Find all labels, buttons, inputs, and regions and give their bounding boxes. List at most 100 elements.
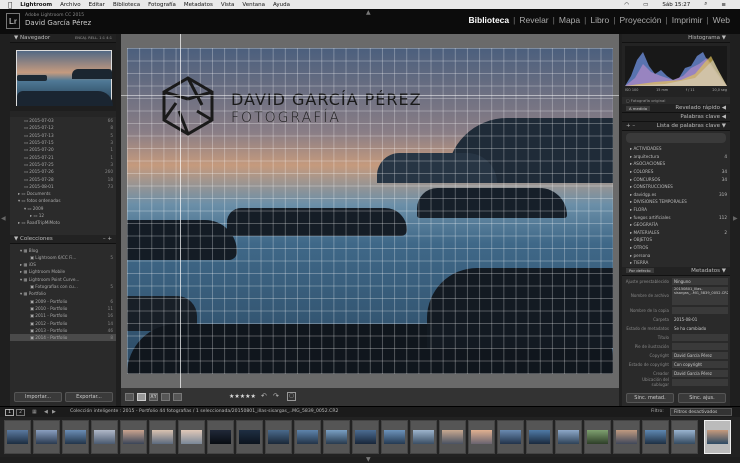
filmstrip-thumb[interactable] <box>149 420 176 454</box>
sync-metadata-button[interactable]: Sinc. metad. <box>626 393 674 403</box>
rotate-left-icon[interactable]: ↶ <box>261 392 267 400</box>
filmstrip-thumb[interactable] <box>555 420 582 454</box>
keyword-filter-input[interactable] <box>626 133 726 143</box>
import-button[interactable]: Importar... <box>14 392 62 402</box>
folder-item[interactable]: ▭ 2015-07-21 1 <box>10 153 116 160</box>
collection-item-selected[interactable]: ▣ 2014 - Portfolio 8 <box>10 334 116 342</box>
main-screen-button[interactable]: 1 <box>5 409 14 416</box>
folder-item[interactable]: ▾ ▭ 2009 <box>10 205 116 212</box>
collection-item[interactable]: ▣ 2013 - Portfolio 46 <box>10 327 116 334</box>
survey-view-icon[interactable] <box>161 393 170 401</box>
compare-view-icon[interactable]: XY <box>149 393 158 401</box>
filmstrip-thumb[interactable] <box>584 420 611 454</box>
keyword-item[interactable]: ▸ DIVISIONES TEMPORALES <box>622 198 730 206</box>
filmstrip-thumb[interactable] <box>294 420 321 454</box>
collection-item[interactable]: ▾ ▦ Blog <box>10 246 116 253</box>
keyword-item[interactable]: ▸ CONCURSOS 34 <box>622 175 730 183</box>
filmstrip-thumb[interactable] <box>4 420 31 454</box>
collection-item[interactable]: ▣ 2010 - Portfolio 11 <box>10 305 116 312</box>
navigator-zoom-options[interactable]: ENCAJ. RELL. 1:1 4:1 <box>75 36 112 40</box>
filmstrip-thumb[interactable] <box>352 420 379 454</box>
menu-list-icon[interactable]: ≡ <box>721 2 726 8</box>
collection-item[interactable]: ▣ 2011 - Portfolio 16 <box>10 312 116 319</box>
filmstrip-thumb[interactable] <box>265 420 292 454</box>
filmstrip-thumb[interactable] <box>120 420 147 454</box>
menu-metadatos[interactable]: Metadatos <box>184 2 213 8</box>
filmstrip-thumb[interactable] <box>439 420 466 454</box>
filmstrip-thumb[interactable] <box>642 420 669 454</box>
keyword-item[interactable]: ▸ persona <box>622 251 730 259</box>
folder-item[interactable]: ▭ 2015-07-26 260 <box>10 168 116 175</box>
menu-lightroom[interactable]: Lightroom <box>20 2 52 8</box>
module-biblioteca[interactable]: Biblioteca <box>465 15 514 25</box>
collection-item[interactable]: ▾ ▦ Portfolio <box>10 290 116 297</box>
filmstrip-thumb-selected[interactable] <box>704 420 731 454</box>
histogram-header[interactable]: Histograma ▼ <box>622 34 730 43</box>
collection-item[interactable]: ▣ 2009 - Portfolio 6 <box>10 298 116 305</box>
menu-fotografia[interactable]: Fotografía <box>148 2 176 8</box>
navigator-header[interactable]: ▼ Navegador ENCAJ. RELL. 1:1 4:1 <box>10 34 116 43</box>
folder-item[interactable]: ▭ 2015-07-25 3 <box>10 161 116 168</box>
keyword-item[interactable]: ▸ GEOGRAFÍA <box>622 221 730 229</box>
grid-view-icon[interactable] <box>125 393 134 401</box>
sync-settings-button[interactable]: Sinc. ajus. <box>678 393 726 403</box>
keyword-item[interactable]: ▸ FLORA <box>622 206 730 214</box>
export-button[interactable]: Exportar... <box>65 392 113 402</box>
collection-item[interactable]: ▣ Fotografías con cu... 5 <box>10 283 116 290</box>
folder-item[interactable]: ▭ 2015-07-20 1 <box>10 146 116 153</box>
keyword-item[interactable]: ▸ OBJETOS <box>622 236 730 244</box>
preset-select[interactable]: A medida <box>626 105 651 111</box>
collection-item[interactable]: ▣ 2012 - Portfolio 14 <box>10 319 116 326</box>
right-panel-toggle-icon[interactable]: ▶ <box>733 215 738 222</box>
rating-stars[interactable]: ★★★★★ <box>229 393 256 400</box>
menu-ayuda[interactable]: Ayuda <box>273 2 290 8</box>
menu-biblioteca[interactable]: Biblioteca <box>113 2 140 8</box>
folder-item[interactable]: ▾ ▭ fotos ordenadas <box>10 197 116 204</box>
bottom-panel-toggle-icon[interactable]: ▼ <box>366 456 371 463</box>
menu-ventana[interactable]: Ventana <box>242 2 265 8</box>
main-photo[interactable]: DAVID GARCÍA PÉREZ FOTOGRAFÍA <box>127 48 613 374</box>
keyword-item[interactable]: ▸ fuegos artificiales 112 <box>622 213 730 221</box>
folder-item[interactable]: ▸ ▭ Documents <box>10 190 116 197</box>
filmstrip-thumb[interactable] <box>526 420 553 454</box>
people-view-icon[interactable] <box>173 393 182 401</box>
folder-item[interactable]: ▭ 2015-07-28 18 <box>10 175 116 182</box>
folder-item[interactable]: ▭ 2015-07-12 8 <box>10 124 116 131</box>
keyword-item[interactable]: ▸ arquitectura 4 <box>622 153 730 161</box>
filmstrip-thumb[interactable] <box>33 420 60 454</box>
module-mapa[interactable]: Mapa <box>555 15 584 25</box>
clock[interactable]: Sáb 15:27 <box>662 2 690 8</box>
folder-item[interactable]: ▸ ▭ RoadTripMiMoto <box>10 219 116 226</box>
folder-item[interactable]: ▭ 2015-07-03 66 <box>10 117 116 124</box>
search-icon[interactable]: ⌕ <box>704 1 707 8</box>
keyword-item[interactable]: ▸ ASOCIACIONES <box>622 160 730 168</box>
metadata-preset-select[interactable]: Por defecto <box>626 268 654 273</box>
folder-item[interactable]: ▭ 2015-07-13 5 <box>10 132 116 139</box>
grid-small-icon[interactable]: ▦ <box>32 409 37 415</box>
top-panel-toggle-icon[interactable]: ▲ <box>366 9 371 16</box>
collection-item[interactable]: ▣ Lightroom 6/CC Fi... 5 <box>10 254 116 261</box>
filmstrip-thumb[interactable] <box>497 420 524 454</box>
left-panel-toggle-icon[interactable]: ◀ <box>1 215 6 222</box>
collections-header[interactable]: ▼ Colecciones – + <box>10 235 116 245</box>
menu-vista[interactable]: Vista <box>221 2 235 8</box>
filmstrip-thumb[interactable] <box>91 420 118 454</box>
battery-icon[interactable]: ▭ <box>643 2 648 8</box>
apple-menu-icon[interactable]:  <box>8 1 12 9</box>
collection-item[interactable]: ▸ ▦ Lightroom Mobile <box>10 268 116 275</box>
keyword-list-header[interactable]: + – Lista de palabras clave ▼ <box>622 122 730 131</box>
folder-item[interactable]: ▭ 2015-08-01 73 <box>10 183 116 190</box>
keyword-item[interactable]: ▸ davidgp.es 319 <box>622 191 730 199</box>
loupe-view-icon[interactable] <box>137 393 146 401</box>
filmstrip-thumb[interactable] <box>410 420 437 454</box>
add-collection-icon[interactable]: – + <box>103 236 112 242</box>
forward-arrow-icon[interactable]: ▶ <box>52 409 56 415</box>
folder-item[interactable]: ▭ 2015-07-15 3 <box>10 139 116 146</box>
keyword-item[interactable]: ▸ CONSTRUCCIONES <box>622 183 730 191</box>
collection-item[interactable]: ▾ ▦ Lightroom Point Curve... <box>10 276 116 283</box>
filmstrip-thumb[interactable] <box>671 420 698 454</box>
menu-archivo[interactable]: Archivo <box>60 2 81 8</box>
filmstrip-thumb[interactable] <box>468 420 495 454</box>
module-revelar[interactable]: Revelar <box>515 15 552 25</box>
module-proyeccion[interactable]: Proyección <box>615 15 665 25</box>
